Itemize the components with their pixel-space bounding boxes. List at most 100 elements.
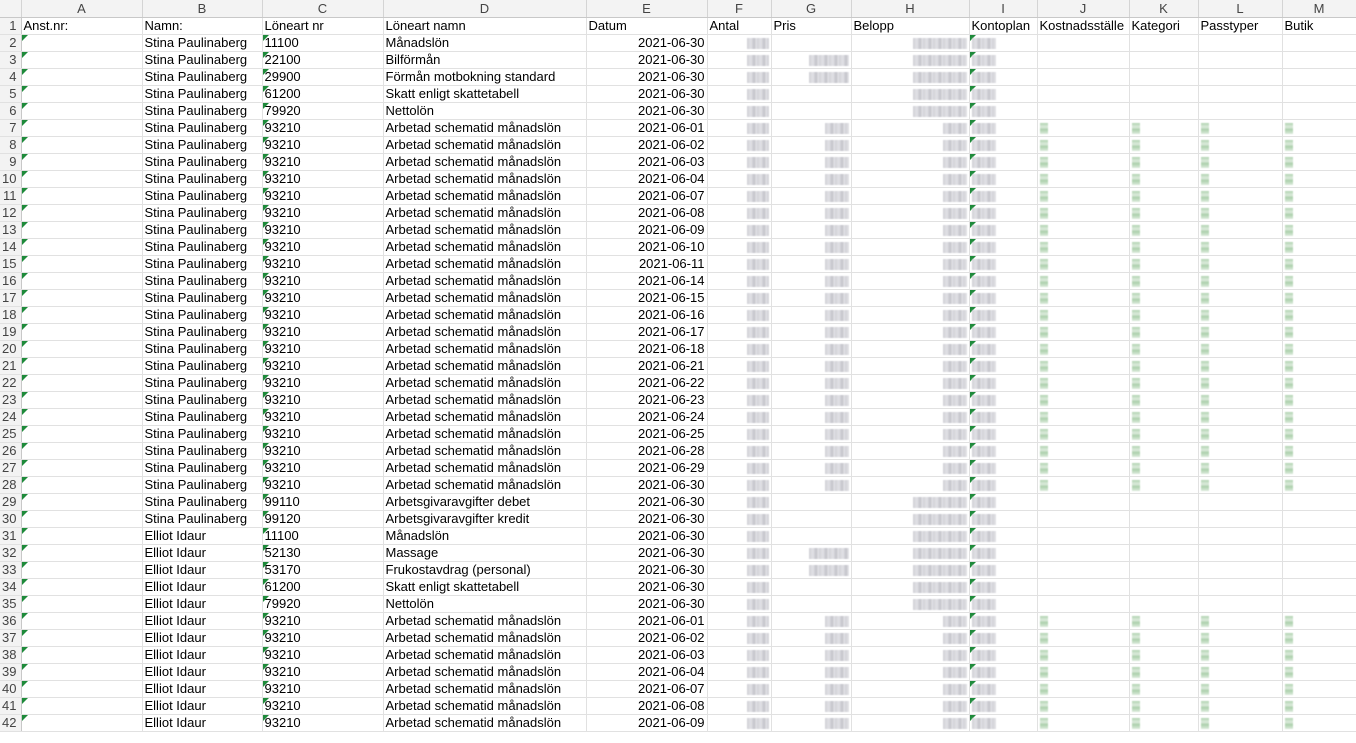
cell-loneart-namn[interactable]: Arbetad schematid månadslön <box>383 170 587 188</box>
cell-namn[interactable]: Stina Paulinaberg <box>142 119 263 137</box>
cell-loneart-nr[interactable]: 93210 <box>262 714 384 732</box>
cell-datum[interactable]: 2021-06-01 <box>586 612 708 630</box>
cell-namn[interactable]: Elliot Idaur <box>142 561 263 579</box>
cell-loneart-namn[interactable]: Arbetad schematid månadslön <box>383 476 587 494</box>
cell-namn[interactable]: Stina Paulinaberg <box>142 340 263 358</box>
cell-datum[interactable]: 2021-06-22 <box>586 374 708 392</box>
cell-kategori[interactable] <box>1129 459 1199 477</box>
cell-loneart-nr[interactable]: 11100 <box>262 34 384 52</box>
cell-datum[interactable]: 2021-06-30 <box>586 68 708 86</box>
cell-loneart-namn[interactable]: Månadslön <box>383 527 587 545</box>
cell-datum[interactable]: 2021-06-07 <box>586 680 708 698</box>
cell-loneart-nr[interactable]: 93210 <box>262 391 384 409</box>
cell-datum[interactable]: 2021-06-25 <box>586 425 708 443</box>
row-header[interactable]: 13 <box>0 221 22 239</box>
cell-kontoplan[interactable] <box>969 272 1038 290</box>
cell-kostnadsstalle[interactable] <box>1037 85 1130 103</box>
cell-pris[interactable] <box>771 578 852 596</box>
cell-anst-nr[interactable] <box>21 187 143 205</box>
cell-anst-nr[interactable] <box>21 85 143 103</box>
cell-kostnadsstalle[interactable] <box>1037 663 1130 681</box>
cell-belopp[interactable] <box>851 170 970 188</box>
cell-pris[interactable] <box>771 187 852 205</box>
row-header[interactable]: 7 <box>0 119 22 137</box>
cell-namn[interactable]: Stina Paulinaberg <box>142 476 263 494</box>
cell-antal[interactable] <box>707 510 772 528</box>
cell-passtyper[interactable] <box>1198 391 1283 409</box>
cell-namn[interactable]: Stina Paulinaberg <box>142 153 263 171</box>
row-header[interactable]: 11 <box>0 187 22 205</box>
cell-datum[interactable]: 2021-06-30 <box>586 102 708 120</box>
cell-butik[interactable] <box>1282 408 1356 426</box>
cell-anst-nr[interactable] <box>21 442 143 460</box>
cell-passtyper[interactable] <box>1198 306 1283 324</box>
cell-namn[interactable]: Stina Paulinaberg <box>142 34 263 52</box>
row-header[interactable]: 10 <box>0 170 22 188</box>
cell-belopp[interactable] <box>851 425 970 443</box>
cell-loneart-nr[interactable]: 93210 <box>262 221 384 239</box>
cell-anst-nr[interactable] <box>21 374 143 392</box>
cell-datum[interactable]: 2021-06-21 <box>586 357 708 375</box>
cell-namn[interactable]: Elliot Idaur <box>142 544 263 562</box>
cell-belopp[interactable] <box>851 255 970 273</box>
cell-belopp[interactable] <box>851 340 970 358</box>
cell-butik[interactable] <box>1282 136 1356 154</box>
cell-loneart-namn[interactable]: Arbetad schematid månadslön <box>383 714 587 732</box>
cell-kategori[interactable] <box>1129 170 1199 188</box>
cell-datum[interactable]: 2021-06-30 <box>586 493 708 511</box>
cell-kategori[interactable] <box>1129 153 1199 171</box>
cell-kategori[interactable] <box>1129 34 1199 52</box>
cell-antal[interactable] <box>707 153 772 171</box>
cell-kategori[interactable] <box>1129 340 1199 358</box>
cell-belopp[interactable] <box>851 374 970 392</box>
cell-loneart-namn[interactable]: Frukostavdrag (personal) <box>383 561 587 579</box>
cell-passtyper[interactable] <box>1198 187 1283 205</box>
cell-butik[interactable] <box>1282 340 1356 358</box>
cell-loneart-nr[interactable]: 93210 <box>262 646 384 664</box>
cell-kontoplan[interactable] <box>969 34 1038 52</box>
cell-butik[interactable] <box>1282 119 1356 137</box>
cell-namn[interactable]: Elliot Idaur <box>142 527 263 545</box>
cell-antal[interactable] <box>707 187 772 205</box>
cell-kontoplan[interactable] <box>969 544 1038 562</box>
cell-loneart-nr[interactable]: 93210 <box>262 629 384 647</box>
row-header[interactable]: 41 <box>0 697 22 715</box>
row-header[interactable]: 24 <box>0 408 22 426</box>
cell-namn[interactable]: Stina Paulinaberg <box>142 391 263 409</box>
cell-datum[interactable]: 2021-06-10 <box>586 238 708 256</box>
cell-butik[interactable] <box>1282 595 1356 613</box>
cell-antal[interactable] <box>707 493 772 511</box>
cell-passtyper[interactable] <box>1198 340 1283 358</box>
cell-kostnadsstalle[interactable] <box>1037 544 1130 562</box>
row-header[interactable]: 39 <box>0 663 22 681</box>
cell-belopp[interactable] <box>851 527 970 545</box>
cell-passtyper[interactable] <box>1198 697 1283 715</box>
cell-butik[interactable] <box>1282 255 1356 273</box>
cell-anst-nr[interactable] <box>21 272 143 290</box>
cell-loneart-namn[interactable]: Arbetad schematid månadslön <box>383 340 587 358</box>
cell-belopp[interactable] <box>851 289 970 307</box>
cell-kostnadsstalle[interactable] <box>1037 323 1130 341</box>
cell-pris[interactable] <box>771 663 852 681</box>
cell-namn[interactable]: Elliot Idaur <box>142 697 263 715</box>
cell-antal[interactable] <box>707 272 772 290</box>
cell-pris[interactable] <box>771 238 852 256</box>
cell-kategori[interactable] <box>1129 51 1199 69</box>
cell-namn[interactable]: Stina Paulinaberg <box>142 289 263 307</box>
cell-pris[interactable] <box>771 476 852 494</box>
cell-kostnadsstalle[interactable] <box>1037 187 1130 205</box>
cell-datum[interactable]: 2021-06-08 <box>586 204 708 222</box>
cell-datum[interactable]: 2021-06-18 <box>586 340 708 358</box>
cell-loneart-namn[interactable]: Arbetad schematid månadslön <box>383 272 587 290</box>
cell-pris[interactable] <box>771 153 852 171</box>
cell-pris[interactable] <box>771 204 852 222</box>
cell-kontoplan[interactable] <box>969 340 1038 358</box>
cell-loneart-nr[interactable]: 61200 <box>262 578 384 596</box>
header-cell[interactable]: Kostnadsställe <box>1037 17 1130 35</box>
column-header-j[interactable]: J <box>1037 0 1130 18</box>
cell-butik[interactable] <box>1282 170 1356 188</box>
cell-namn[interactable]: Stina Paulinaberg <box>142 238 263 256</box>
cell-pris[interactable] <box>771 85 852 103</box>
cell-loneart-namn[interactable]: Arbetad schematid månadslön <box>383 153 587 171</box>
cell-loneart-nr[interactable]: 93210 <box>262 272 384 290</box>
